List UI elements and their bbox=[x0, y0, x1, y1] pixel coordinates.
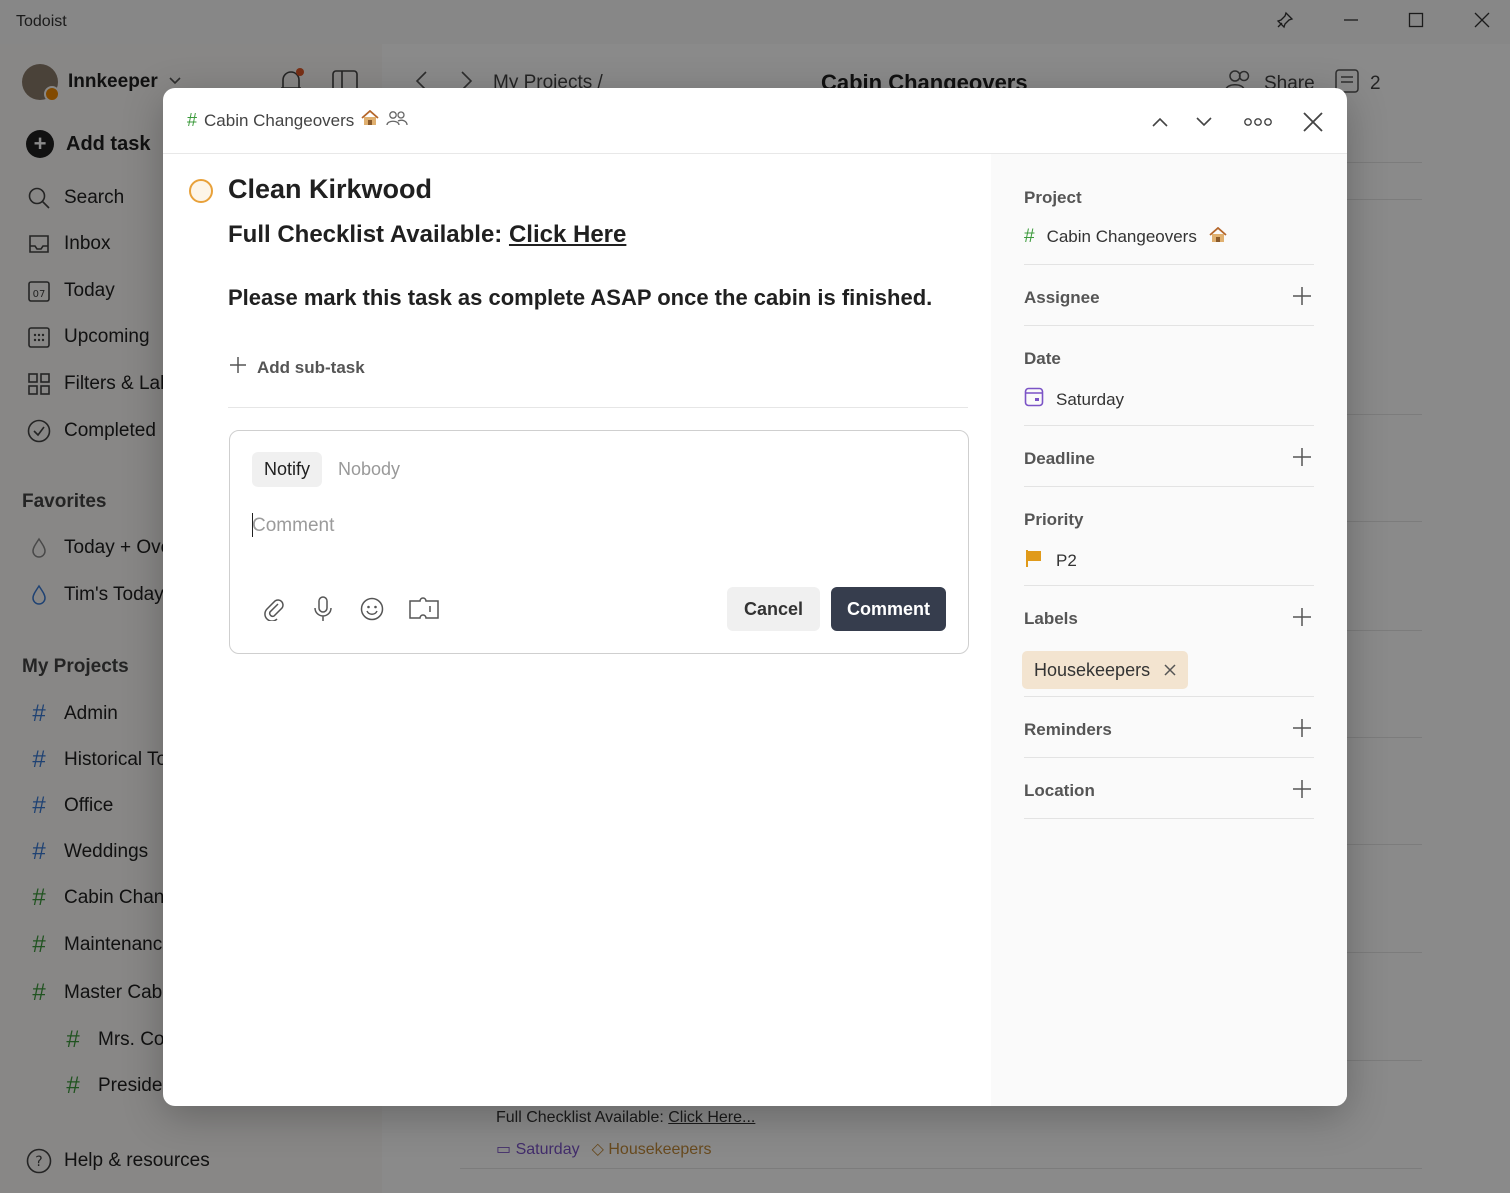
task-main-panel: Clean Kirkwood Full Checklist Available:… bbox=[163, 154, 991, 1106]
previous-task-chevron-up-icon[interactable] bbox=[1142, 104, 1178, 140]
cancel-button[interactable]: Cancel bbox=[727, 587, 820, 631]
labels-field: Labels Housekeepers bbox=[1022, 608, 1314, 689]
attachment-icon[interactable] bbox=[259, 594, 289, 624]
extensions-puzzle-icon[interactable] bbox=[407, 594, 441, 624]
divider bbox=[1024, 325, 1314, 326]
shared-people-icon bbox=[386, 110, 408, 131]
plus-icon bbox=[229, 356, 247, 379]
label-chip[interactable]: Housekeepers bbox=[1022, 651, 1189, 689]
divider bbox=[1024, 486, 1314, 487]
close-icon[interactable] bbox=[1295, 104, 1331, 140]
add-subtask-button[interactable]: Add sub-task bbox=[229, 356, 365, 379]
priority-selector[interactable]: P2 bbox=[1024, 548, 1077, 573]
microphone-icon[interactable] bbox=[308, 594, 338, 624]
divider bbox=[1024, 818, 1314, 819]
complete-task-checkbox[interactable] bbox=[189, 179, 213, 203]
add-assignee-plus-icon[interactable] bbox=[1290, 284, 1314, 308]
priority-field: Priority P2 bbox=[1024, 510, 1314, 570]
task-description[interactable]: Full Checklist Available: Click Here bbox=[228, 221, 626, 249]
submit-comment-button[interactable]: Comment bbox=[831, 587, 946, 631]
comment-input[interactable] bbox=[252, 511, 932, 541]
notify-recipients[interactable]: Nobody bbox=[338, 459, 400, 480]
task-details-panel: Project # Cabin Changeovers Assignee Dat… bbox=[991, 154, 1347, 1106]
modal-header: # Cabin Changeovers bbox=[163, 88, 1347, 154]
remove-label-close-icon[interactable] bbox=[1164, 660, 1176, 681]
project-hash-icon: # bbox=[1024, 226, 1035, 247]
date-selector[interactable]: Saturday bbox=[1024, 387, 1124, 412]
add-label-plus-icon[interactable] bbox=[1290, 605, 1314, 629]
emoji-icon[interactable] bbox=[357, 594, 387, 624]
divider bbox=[228, 407, 968, 408]
add-reminder-plus-icon[interactable] bbox=[1290, 716, 1314, 740]
calendar-icon bbox=[1024, 387, 1044, 412]
add-location-plus-icon[interactable] bbox=[1290, 777, 1314, 801]
cabin-emoji-icon bbox=[1209, 226, 1227, 248]
divider bbox=[1024, 757, 1314, 758]
comment-composer: Notify Nobody Cancel Comment bbox=[229, 430, 969, 654]
divider bbox=[1024, 425, 1314, 426]
project-field: Project # Cabin Changeovers bbox=[1024, 188, 1314, 247]
deadline-field[interactable]: Deadline bbox=[1024, 448, 1314, 469]
task-detail-modal: # Cabin Changeovers Clean Kirkwood Full … bbox=[163, 88, 1347, 1106]
cabin-emoji-icon bbox=[361, 109, 379, 131]
task-title[interactable]: Clean Kirkwood bbox=[228, 174, 432, 205]
location-field[interactable]: Location bbox=[1024, 780, 1314, 801]
project-hash-icon: # bbox=[187, 110, 198, 130]
next-task-chevron-down-icon[interactable] bbox=[1186, 104, 1222, 140]
scrollbar[interactable] bbox=[1498, 136, 1506, 502]
checklist-link[interactable]: Click Here bbox=[509, 221, 626, 248]
text-cursor bbox=[252, 513, 253, 537]
project-breadcrumb[interactable]: # Cabin Changeovers bbox=[187, 109, 408, 131]
notify-button[interactable]: Notify bbox=[252, 452, 323, 487]
task-description-note[interactable]: Please mark this task as complete ASAP o… bbox=[228, 285, 932, 311]
project-selector[interactable]: # Cabin Changeovers bbox=[1024, 226, 1227, 248]
reminders-field[interactable]: Reminders bbox=[1024, 719, 1314, 740]
divider bbox=[1024, 585, 1314, 586]
add-deadline-plus-icon[interactable] bbox=[1290, 445, 1314, 469]
divider bbox=[1024, 696, 1314, 697]
assignee-field[interactable]: Assignee bbox=[1024, 287, 1314, 308]
more-options-icon[interactable] bbox=[1240, 104, 1276, 140]
date-field: Date Saturday bbox=[1024, 349, 1314, 409]
divider bbox=[1024, 264, 1314, 265]
priority-flag-icon bbox=[1024, 548, 1044, 573]
